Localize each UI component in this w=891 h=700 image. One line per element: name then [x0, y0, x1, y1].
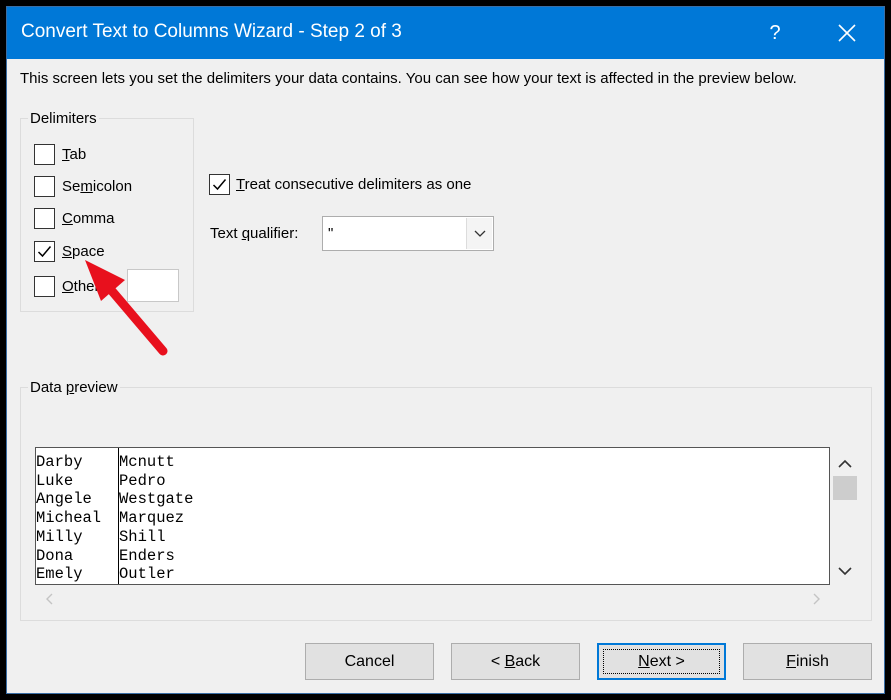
scroll-right-button[interactable] [809, 591, 825, 607]
preview-cell: Angele [36, 490, 92, 509]
text-qualifier-label: Text qualifier: [210, 225, 299, 242]
space-checkbox[interactable] [34, 240, 55, 262]
tab-label[interactable]: Tab [62, 146, 86, 163]
wizard-description: This screen lets you set the delimiters … [20, 70, 797, 87]
space-checkbox-row[interactable]: Space [34, 240, 105, 262]
preview-cell: Mcnutt [119, 453, 175, 471]
chevron-down-icon [838, 566, 852, 575]
comma-checkbox-row[interactable]: Comma [34, 207, 115, 229]
preview-column-1[interactable]: Darby Luke Angele Micheal Milly Dona Emely [36, 453, 101, 584]
tab-checkbox-row[interactable]: Tab [34, 143, 86, 165]
title-bar[interactable]: Convert Text to Columns Wizard - Step 2 … [7, 7, 884, 59]
scroll-down-button[interactable] [835, 561, 855, 581]
comma-checkbox[interactable] [34, 207, 55, 229]
preview-cell: Micheal [36, 509, 102, 528]
preview-cell: Shill [119, 527, 166, 546]
consecutive-checkbox[interactable] [209, 173, 230, 195]
other-checkbox[interactable] [34, 275, 55, 297]
preview-column-2[interactable]: Mcnutt Pedro Westgate Marquez Shill Enders Out… [119, 453, 193, 584]
preview-cell: Dona [36, 546, 74, 565]
preview-cell: Emely [36, 565, 83, 584]
horizontal-scrollbar[interactable] [35, 587, 830, 611]
preview-cell: Marquez [119, 509, 185, 528]
delimiters-legend: Delimiters [28, 110, 99, 127]
preview-cell: Enders [119, 546, 175, 565]
other-delimiter-input[interactable] [127, 269, 179, 302]
preview-cell: Luke [36, 471, 74, 490]
checkmark-icon [212, 178, 227, 190]
wizard-dialog: Convert Text to Columns Wizard - Step 2 … [6, 6, 885, 694]
preview-cell: Westgate [119, 490, 194, 509]
consecutive-checkbox-row[interactable]: Treat consecutive delimiters as one [209, 173, 471, 195]
window-title: Convert Text to Columns Wizard - Step 2 … [21, 21, 402, 42]
preview-cell: Milly [36, 527, 83, 546]
preview-cell: Outler [119, 565, 175, 584]
chevron-down-icon [474, 230, 485, 237]
semicolon-checkbox-row[interactable]: Semicolon [34, 175, 132, 197]
preview-cell: Darby [36, 453, 83, 471]
semicolon-label[interactable]: Semicolon [62, 178, 132, 195]
chevron-up-icon [838, 459, 852, 468]
space-label[interactable]: Space [62, 243, 105, 260]
dropdown-button[interactable] [466, 218, 492, 249]
scroll-left-button[interactable] [41, 591, 57, 607]
next-button[interactable]: Next > [597, 643, 726, 680]
back-button[interactable]: < Back [451, 643, 580, 680]
data-preview-legend: Data preview [28, 379, 120, 396]
tab-checkbox[interactable] [34, 143, 55, 165]
other-checkbox-row[interactable]: Other: [34, 275, 104, 297]
cancel-button[interactable]: Cancel [305, 643, 434, 680]
scroll-thumb[interactable] [833, 476, 857, 500]
data-preview-area[interactable]: Darby Luke Angele Micheal Milly Dona Emely Mcn… [35, 447, 830, 585]
scroll-up-button[interactable] [835, 453, 855, 473]
chevron-left-icon [46, 593, 53, 605]
close-icon [838, 24, 856, 42]
close-button[interactable] [827, 15, 867, 51]
chevron-right-icon [813, 593, 820, 605]
semicolon-checkbox[interactable] [34, 175, 55, 197]
consecutive-label[interactable]: Treat consecutive delimiters as one [236, 176, 471, 193]
comma-label[interactable]: Comma [62, 210, 115, 227]
text-qualifier-value: " [328, 225, 334, 242]
help-button[interactable]: ? [755, 15, 795, 51]
text-qualifier-select[interactable]: " [322, 216, 494, 251]
finish-button[interactable]: Finish [743, 643, 872, 680]
checkmark-icon [37, 245, 52, 257]
other-label[interactable]: Other: [62, 278, 104, 295]
preview-cell: Pedro [119, 471, 166, 490]
vertical-scrollbar[interactable] [831, 447, 859, 585]
